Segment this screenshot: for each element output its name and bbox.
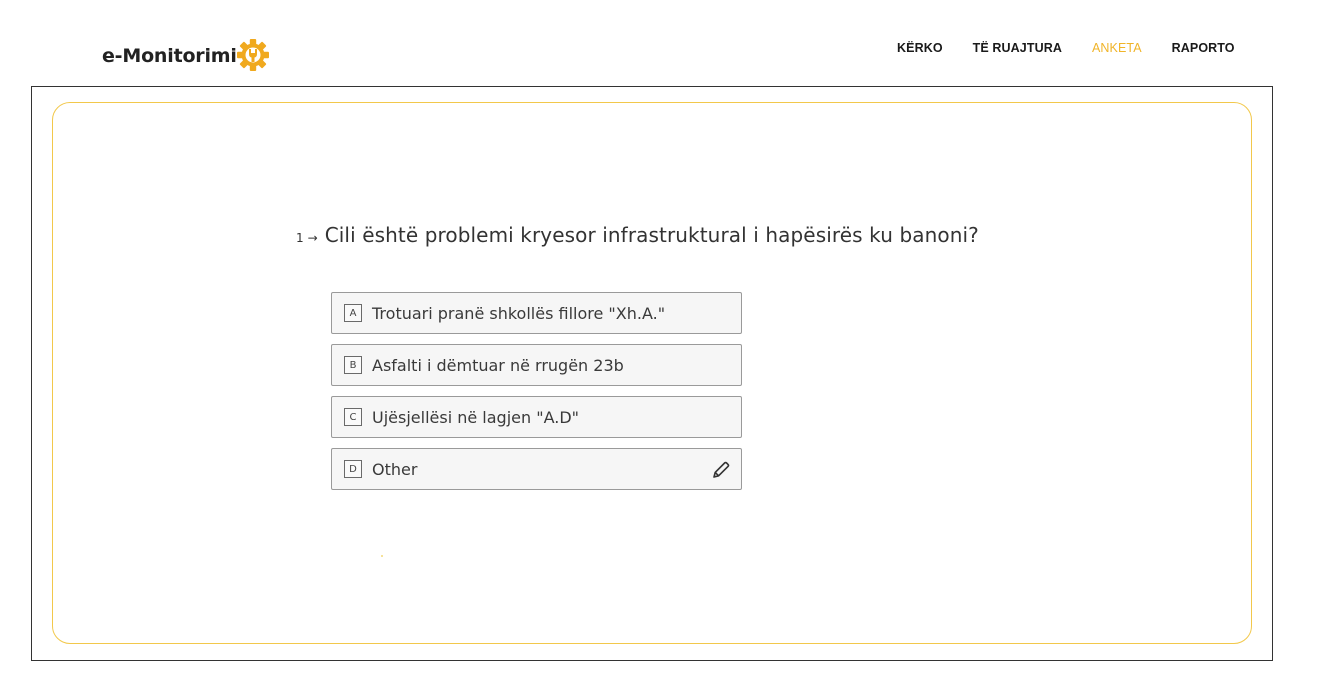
gear-wrench-icon: [236, 39, 269, 71]
question-text: Cili është problemi kryesor infrastruktu…: [324, 223, 979, 247]
option-key: A: [344, 304, 362, 322]
option-c[interactable]: C Ujësjellësi në lagjen "A.D": [331, 396, 742, 438]
option-label: Trotuari pranë shkollës fillore "Xh.A.": [372, 303, 666, 323]
option-d-other[interactable]: D Other: [331, 448, 742, 490]
arrow-right-icon: →: [307, 231, 318, 245]
decorative-dot: [381, 555, 383, 557]
nav-anketa[interactable]: ANKETA: [1092, 41, 1142, 55]
logo-text: e-Monitorimi: [102, 45, 237, 67]
option-key: D: [344, 460, 362, 478]
pencil-icon[interactable]: [711, 460, 731, 480]
nav-kerko[interactable]: KËRKO: [897, 41, 943, 55]
option-key: C: [344, 408, 362, 426]
option-b[interactable]: B Asfalti i dëmtuar në rrugën 23b: [331, 344, 742, 386]
option-key: B: [344, 356, 362, 374]
option-label: Ujësjellësi në lagjen "A.D": [372, 407, 580, 427]
nav-raporto[interactable]: RAPORTO: [1172, 41, 1235, 55]
option-a[interactable]: A Trotuari pranë shkollës fillore "Xh.A.…: [331, 292, 742, 334]
option-label: Asfalti i dëmtuar në rrugën 23b: [372, 355, 624, 375]
logo[interactable]: e-Monitorimi: [102, 39, 270, 72]
nav-te-ruajtura[interactable]: TË RUAJTURA: [973, 41, 1062, 55]
option-label: Other: [372, 459, 418, 479]
main-nav: KËRKO TË RUAJTURA ANKETA RAPORTO: [897, 41, 1265, 55]
question-header: 1 → Cili është problemi kryesor infrastr…: [296, 223, 979, 247]
question-number: 1: [296, 231, 304, 245]
